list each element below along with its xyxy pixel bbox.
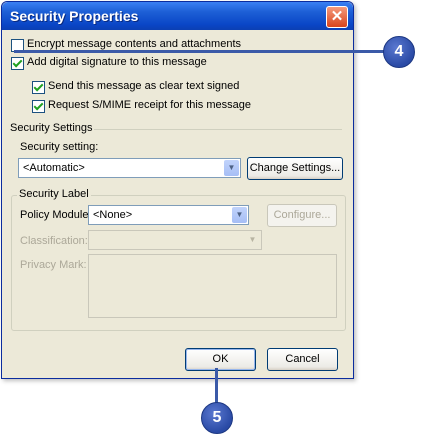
policy-module-label: Policy Module: <box>20 209 92 221</box>
security-settings-heading: Security Settings <box>10 122 93 134</box>
security-setting-combo[interactable]: <Automatic> ▼ <box>18 158 241 178</box>
clear-text-signed-label[interactable]: Send this message as clear text signed <box>48 80 239 92</box>
classification-label: Classification: <box>20 235 88 247</box>
callout-5-badge: 5 <box>201 402 233 434</box>
policy-module-combo[interactable]: <None> ▼ <box>88 205 249 225</box>
security-label-group-title: Security Label <box>17 188 91 200</box>
close-icon: ✕ <box>330 8 344 25</box>
close-button[interactable]: ✕ <box>326 6 348 28</box>
callout-4-badge: 4 <box>383 36 415 68</box>
security-setting-value: <Automatic> <box>23 162 85 174</box>
privacy-mark-textarea[interactable] <box>88 254 337 318</box>
clear-text-signed-checkbox[interactable] <box>32 81 45 94</box>
chevron-down-icon[interactable]: ▼ <box>224 160 239 176</box>
policy-module-value: <None> <box>93 209 133 221</box>
callout-5-number: 5 <box>212 409 222 426</box>
dialog-title: Security Properties <box>10 8 139 24</box>
security-setting-label: Security setting: <box>20 141 99 153</box>
smime-receipt-label[interactable]: Request S/MIME receipt for this message <box>48 99 251 111</box>
ok-button[interactable]: OK <box>185 348 256 371</box>
chevron-down-icon[interactable]: ▼ <box>232 207 247 223</box>
add-signature-label[interactable]: Add digital signature to this message <box>27 56 207 68</box>
change-settings-button[interactable]: Change Settings... <box>247 157 343 180</box>
callout-5-leader-line <box>215 368 218 404</box>
callout-4-leader-line <box>14 50 386 53</box>
title-bar[interactable]: Security Properties ✕ <box>2 2 353 30</box>
privacy-mark-label: Privacy Mark: <box>20 259 87 271</box>
smime-receipt-checkbox[interactable] <box>32 100 45 113</box>
cancel-button[interactable]: Cancel <box>267 348 338 371</box>
classification-combo[interactable]: ▼ <box>88 230 262 250</box>
callout-4-number: 4 <box>394 43 404 60</box>
security-settings-divider <box>94 129 342 130</box>
security-properties-dialog: Security Properties ✕ Encrypt message co… <box>1 1 354 379</box>
configure-button[interactable]: Configure... <box>267 204 337 227</box>
chevron-down-icon[interactable]: ▼ <box>245 232 260 248</box>
encrypt-label[interactable]: Encrypt message contents and attachments <box>27 38 241 50</box>
add-signature-checkbox[interactable] <box>11 57 24 70</box>
